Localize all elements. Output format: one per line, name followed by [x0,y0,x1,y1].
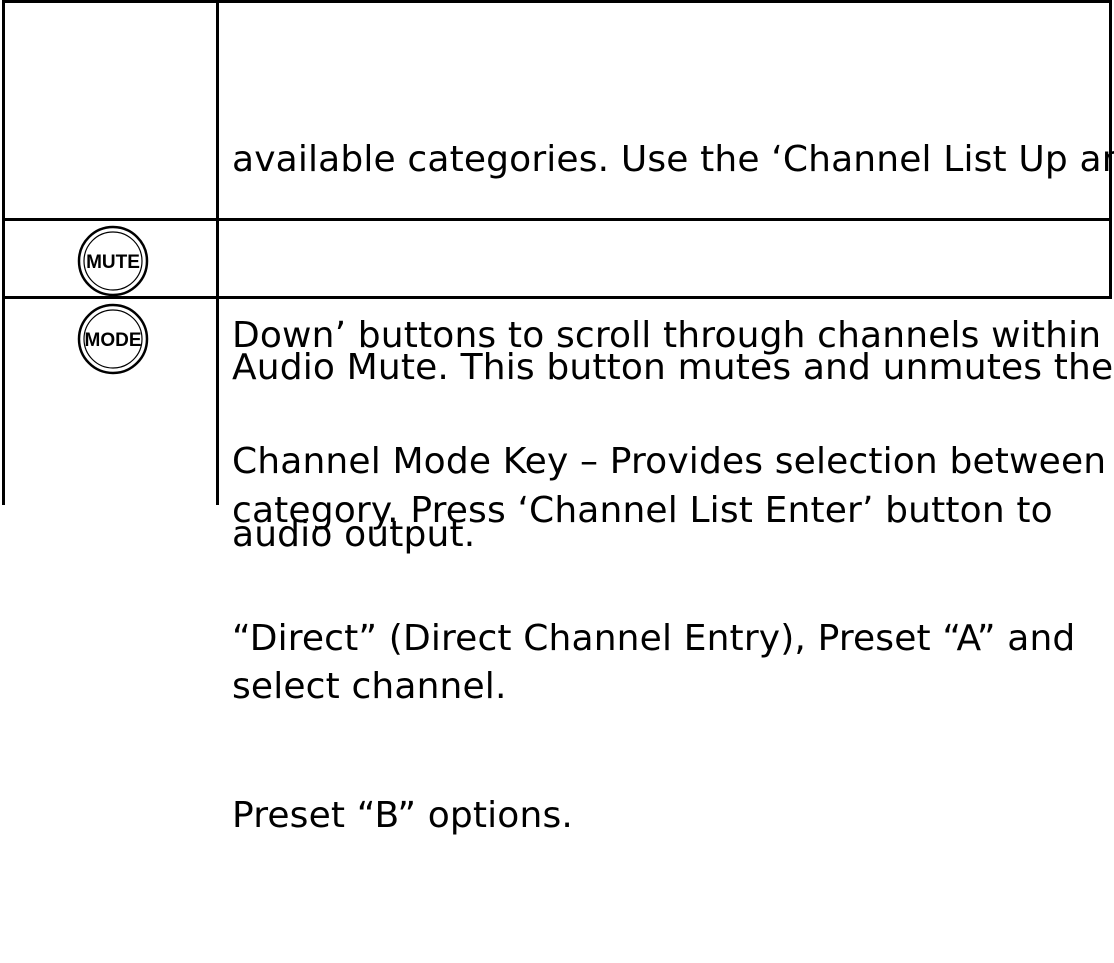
mode-button-icon: MODE [50,302,176,376]
mute-button-graphic: MUTE [77,225,149,297]
table-row: Channel Mode Key – Provides selection be… [232,315,1106,963]
table-border-top [2,0,1112,3]
mute-button-icon: MUTE [50,224,176,298]
button-description-table: available categories. Use the ‘Channel L… [0,0,1114,836]
description-line: Channel Mode Key – Provides selection be… [232,441,1107,482]
description-line: Preset “B” options. [232,795,573,836]
table-border-left [2,0,5,505]
mode-button-graphic: MODE [77,303,149,375]
table-column-divider [216,0,219,505]
mode-label: MODE [85,330,142,351]
description-line: available categories. Use the ‘Channel L… [232,139,1114,180]
mute-label: MUTE [86,252,140,273]
description-line: “Direct” (Direct Channel Entry), Preset … [232,618,1076,659]
